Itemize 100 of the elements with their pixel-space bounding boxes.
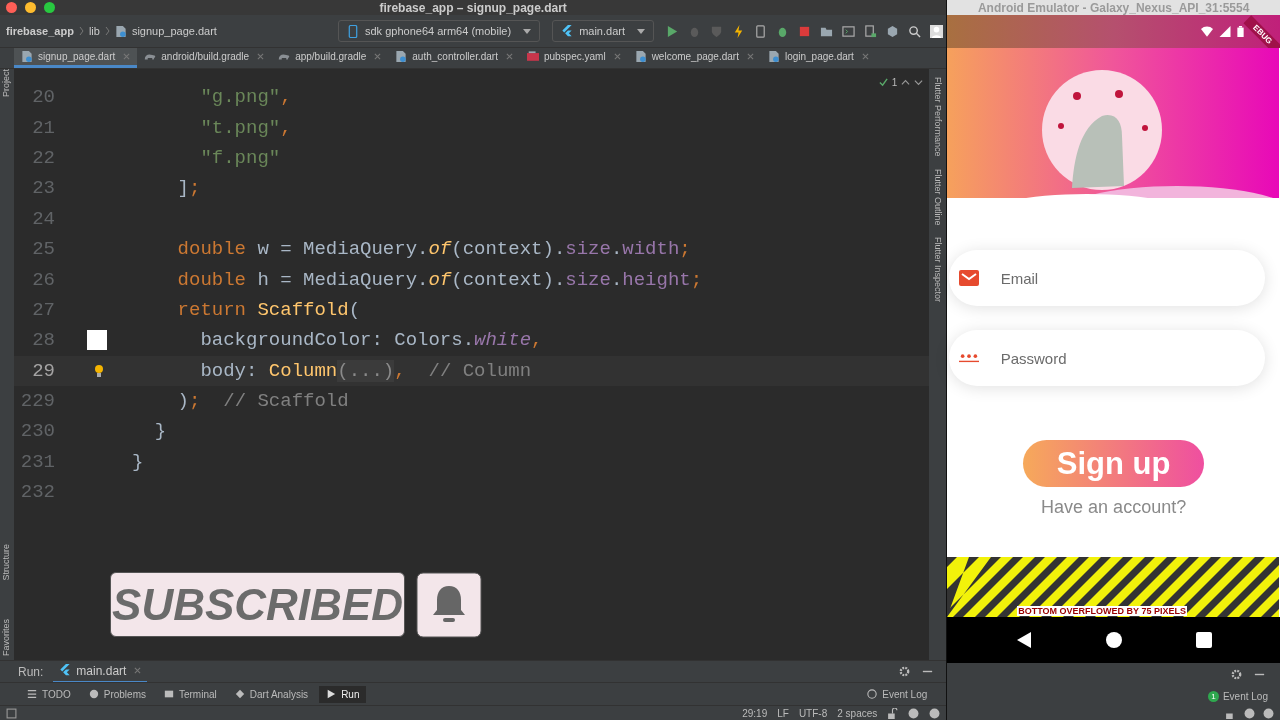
phone-icon [347, 24, 359, 38]
dart-file-icon [114, 24, 127, 38]
line-number: 22 [31, 146, 55, 169]
input-field[interactable]: Email [948, 250, 1265, 306]
dart-file-icon [634, 50, 647, 63]
diamond-icon [234, 689, 245, 699]
tool-window-button[interactable]: TODO [20, 685, 78, 703]
editor-tab[interactable]: auth_controller.dart [388, 48, 520, 68]
side-tab[interactable]: Favorites [1, 619, 11, 656]
editor-tab[interactable]: signup_page.dart [14, 48, 138, 68]
event-log-button[interactable]: Event Log [1222, 690, 1268, 702]
breadcrumb-item[interactable]: lib [88, 25, 100, 37]
check-icon[interactable] [878, 78, 888, 87]
search-icon[interactable] [908, 24, 921, 38]
bookmark-icon[interactable] [87, 330, 107, 351]
tool-window-button[interactable]: Run [319, 685, 367, 703]
event-log-button[interactable]: Event Log [860, 685, 935, 703]
run-label: Run: [18, 664, 44, 679]
line-number: 26 [31, 268, 55, 291]
chevron-icon [104, 26, 110, 36]
dart-file-icon [21, 50, 33, 63]
account-link[interactable]: Have an account? [1041, 497, 1187, 518]
yaml-file-icon [526, 50, 539, 63]
home-icon[interactable] [1105, 632, 1122, 648]
code-line: ]; [176, 177, 201, 200]
line-number: 231 [19, 450, 55, 473]
code-line: backgroundColor: Colors.white, [199, 329, 543, 352]
cube-icon[interactable] [886, 24, 899, 38]
caret-icon [523, 28, 532, 34]
device-icon[interactable] [864, 24, 877, 38]
line-number: 20 [31, 86, 55, 109]
status-item[interactable]: 2 spaces [837, 707, 878, 719]
line-number: 24 [31, 207, 55, 230]
code-line: return Scaffold( [176, 298, 361, 321]
user-icon[interactable] [930, 24, 943, 38]
emulator-title: Android Emulator - Galaxy_Nexus_API_31:5554 [977, 0, 1250, 15]
dart-file-icon [395, 50, 408, 63]
layout-icon[interactable] [6, 707, 17, 719]
terminal-icon[interactable] [842, 24, 855, 38]
line-number: 27 [31, 298, 55, 321]
line-number: 232 [19, 481, 55, 504]
line-number: 23 [31, 177, 55, 200]
side-tab[interactable]: Project [1, 69, 11, 97]
play-icon [326, 689, 337, 699]
editor-tab[interactable]: app/build.gradle [271, 48, 389, 68]
code-line: "t.png", [199, 116, 292, 139]
code-line: "g.png", [199, 86, 292, 109]
line-number: 21 [31, 116, 55, 139]
line-number: 28 [31, 329, 55, 352]
subscribed-badge: SUBSCRIBED [110, 572, 405, 637]
side-tab[interactable]: Structure [1, 544, 11, 581]
wifi-icon [1201, 26, 1213, 37]
zoom-button[interactable] [44, 2, 55, 13]
recents-icon[interactable] [1195, 632, 1212, 648]
lightning-icon[interactable] [732, 24, 745, 38]
back-icon[interactable] [1015, 632, 1032, 648]
code-line: body: Column(...), // Column [199, 359, 532, 382]
status-item[interactable]: 29:19 [742, 707, 768, 719]
caret-icon [637, 28, 645, 34]
lightbulb-icon[interactable] [94, 363, 104, 378]
code-line: ); // Scaffold [176, 390, 349, 413]
terminal-icon [163, 689, 174, 699]
editor-tab[interactable]: login_page.dart [760, 48, 876, 68]
editor-tab[interactable]: welcome_page.dart [627, 48, 761, 68]
tool-window-button[interactable]: Dart Analysis [227, 685, 316, 703]
settings-icon[interactable] [1230, 667, 1243, 681]
code-line: "f.png" [199, 146, 281, 169]
editor-tab[interactable]: android/build.gradle [137, 48, 272, 68]
input-field[interactable]: Password [948, 330, 1265, 386]
editor-tab[interactable]: pubspec.yaml [519, 48, 628, 68]
chevron-icon [78, 26, 84, 36]
line-number: 29 [31, 359, 55, 382]
overflow-message: BOTTOM OVERFLOWED BY 75 PIXELS [1017, 606, 1187, 616]
device-dropdown[interactable]: sdk gphone64 arm64 (mobile) [338, 20, 541, 42]
inspection-count: 1 [891, 77, 898, 88]
line-number: 25 [31, 238, 55, 261]
side-tab[interactable]: Flutter Outline [932, 168, 943, 226]
side-tab[interactable]: Flutter Inspector [932, 237, 943, 303]
run-config-dropdown[interactable]: main.dart [552, 20, 654, 42]
battery-icon [1237, 26, 1244, 37]
dart-file-icon [767, 50, 780, 63]
settings-icon[interactable] [898, 665, 912, 678]
side-tab[interactable]: Flutter Performance [932, 77, 943, 157]
tool-window-button[interactable]: Terminal [156, 685, 224, 703]
tool-window-button[interactable]: Problems [81, 685, 153, 703]
sign-up-button[interactable]: Sign up [1023, 440, 1205, 487]
breadcrumb-item[interactable]: signup_page.dart [131, 25, 217, 37]
minimize-button[interactable] [25, 2, 36, 13]
run-icon[interactable] [666, 24, 679, 38]
lock-icon[interactable] [887, 707, 899, 719]
code-line: double w = MediaQuery.of(context).size.width; [176, 238, 691, 261]
close-button[interactable] [6, 2, 17, 13]
breadcrumb-item[interactable]: firebase_app [6, 25, 74, 37]
phone-icon[interactable] [754, 24, 767, 38]
code-line: } [153, 420, 167, 443]
line-number: 229 [19, 390, 55, 413]
status-item[interactable]: LF [777, 707, 789, 719]
list-icon [27, 689, 37, 699]
status-item[interactable]: UTF-8 [798, 707, 828, 719]
flutter-icon [59, 664, 72, 677]
